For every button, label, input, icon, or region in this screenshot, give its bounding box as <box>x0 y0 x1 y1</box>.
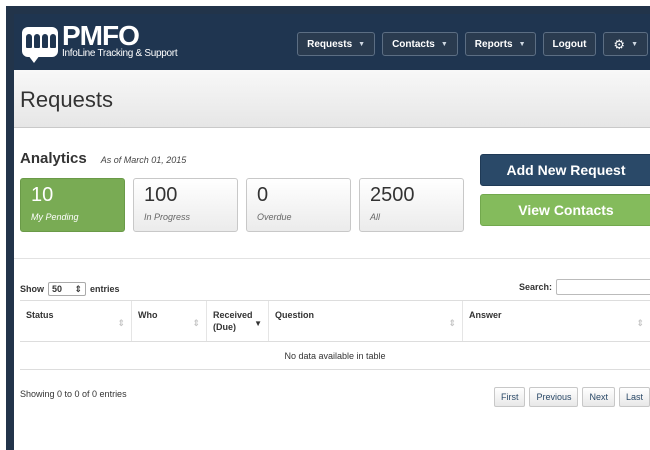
sort-icon: ⇕ <box>636 318 644 328</box>
gear-icon: ⚙ <box>613 36 626 52</box>
previous-page-button[interactable]: Previous <box>529 387 579 407</box>
section-divider <box>14 258 650 259</box>
view-contacts-button[interactable]: View Contacts <box>480 194 650 226</box>
column-header-question[interactable]: Question ⇕ <box>269 301 463 341</box>
stat-label: In Progress <box>144 212 191 222</box>
page-header: Requests <box>14 70 650 128</box>
caret-down-icon: ▼ <box>631 40 638 48</box>
settings-menu-button[interactable]: ⚙ ▼ <box>603 32 648 56</box>
nav-contacts-button[interactable]: Contacts ▼ <box>382 32 458 56</box>
page-length-control: Show 50 ⇕ entries <box>20 282 120 296</box>
page-size-select[interactable]: 50 ⇕ <box>48 282 86 296</box>
search-input[interactable] <box>556 279 650 295</box>
stat-value: 10 <box>31 184 54 206</box>
next-page-button[interactable]: Next <box>582 387 615 407</box>
caret-down-icon: ▼ <box>358 40 366 48</box>
empty-table-message: No data available in table <box>20 342 650 370</box>
last-page-button[interactable]: Last <box>618 387 650 407</box>
pagination: First Previous Next Last <box>493 387 650 407</box>
sort-icon: ⇕ <box>117 318 125 328</box>
top-navbar: PMFO InfoLine Tracking & Support Request… <box>14 14 650 70</box>
table-info: Showing 0 to 0 of 0 entries <box>20 389 127 399</box>
stat-tile-overdue[interactable]: 0 Overdue <box>246 178 351 232</box>
caret-down-icon: ▼ <box>440 40 448 48</box>
stat-value: 2500 <box>370 184 415 206</box>
nav-label: Logout <box>552 38 587 50</box>
first-page-button[interactable]: First <box>493 387 526 407</box>
requests-table: Status ⇕ Who ⇕ Received (Due) ▼ Question… <box>20 300 650 370</box>
select-arrows-icon: ⇕ <box>74 283 82 294</box>
page-title: Requests <box>20 87 113 112</box>
table-header-row: Status ⇕ Who ⇕ Received (Due) ▼ Question… <box>20 300 650 342</box>
show-label: Show <box>20 284 44 294</box>
entries-label: entries <box>90 284 120 294</box>
column-header-who[interactable]: Who ⇕ <box>132 301 207 341</box>
sort-descending-icon: ▼ <box>254 319 262 328</box>
nav-reports-button[interactable]: Reports ▼ <box>464 32 536 56</box>
nav-label: Contacts <box>392 38 435 50</box>
column-header-received[interactable]: Received (Due) ▼ <box>207 301 269 341</box>
logout-button[interactable]: Logout <box>542 32 597 56</box>
speech-bubble-icon <box>22 27 58 63</box>
nav-label: Reports <box>474 38 513 50</box>
stat-value: 100 <box>144 184 178 206</box>
stat-label: Overdue <box>257 212 292 222</box>
add-new-request-button[interactable]: Add New Request <box>480 154 650 186</box>
analytics-title: Analytics <box>20 150 87 167</box>
page-size-value: 50 <box>52 284 63 294</box>
sort-icon: ⇕ <box>448 318 456 328</box>
caret-down-icon: ▼ <box>518 40 526 48</box>
stat-value: 0 <box>257 184 269 206</box>
logo[interactable]: PMFO InfoLine Tracking & Support <box>22 20 178 63</box>
stat-tile-my-pending[interactable]: 10 My Pending <box>20 178 125 232</box>
stat-tile-in-progress[interactable]: 100 In Progress <box>133 178 238 232</box>
nav-requests-button[interactable]: Requests ▼ <box>297 32 376 56</box>
brand-name: PMFO <box>62 20 140 51</box>
app-screen: PMFO InfoLine Tracking & Support Request… <box>14 14 650 450</box>
nav-label: Requests <box>307 38 353 50</box>
sort-icon: ⇕ <box>192 318 200 328</box>
nav-menu: Requests ▼ Contacts ▼ Reports ▼ Logout ⚙… <box>297 32 648 56</box>
column-header-status[interactable]: Status ⇕ <box>20 301 132 341</box>
stat-label: My Pending <box>31 212 79 222</box>
analytics-date: As of March 01, 2015 <box>100 155 187 165</box>
brand-tagline: InfoLine Tracking & Support <box>62 48 178 59</box>
analytics-heading: Analytics As of March 01, 2015 <box>20 150 186 167</box>
search-label: Search: <box>519 282 553 292</box>
column-header-answer[interactable]: Answer ⇕ <box>463 301 650 341</box>
stat-tile-all[interactable]: 2500 All <box>359 178 464 232</box>
device-frame: PMFO InfoLine Tracking & Support Request… <box>6 6 650 450</box>
stat-label: All <box>370 212 381 222</box>
table-search: Search: <box>519 279 650 295</box>
